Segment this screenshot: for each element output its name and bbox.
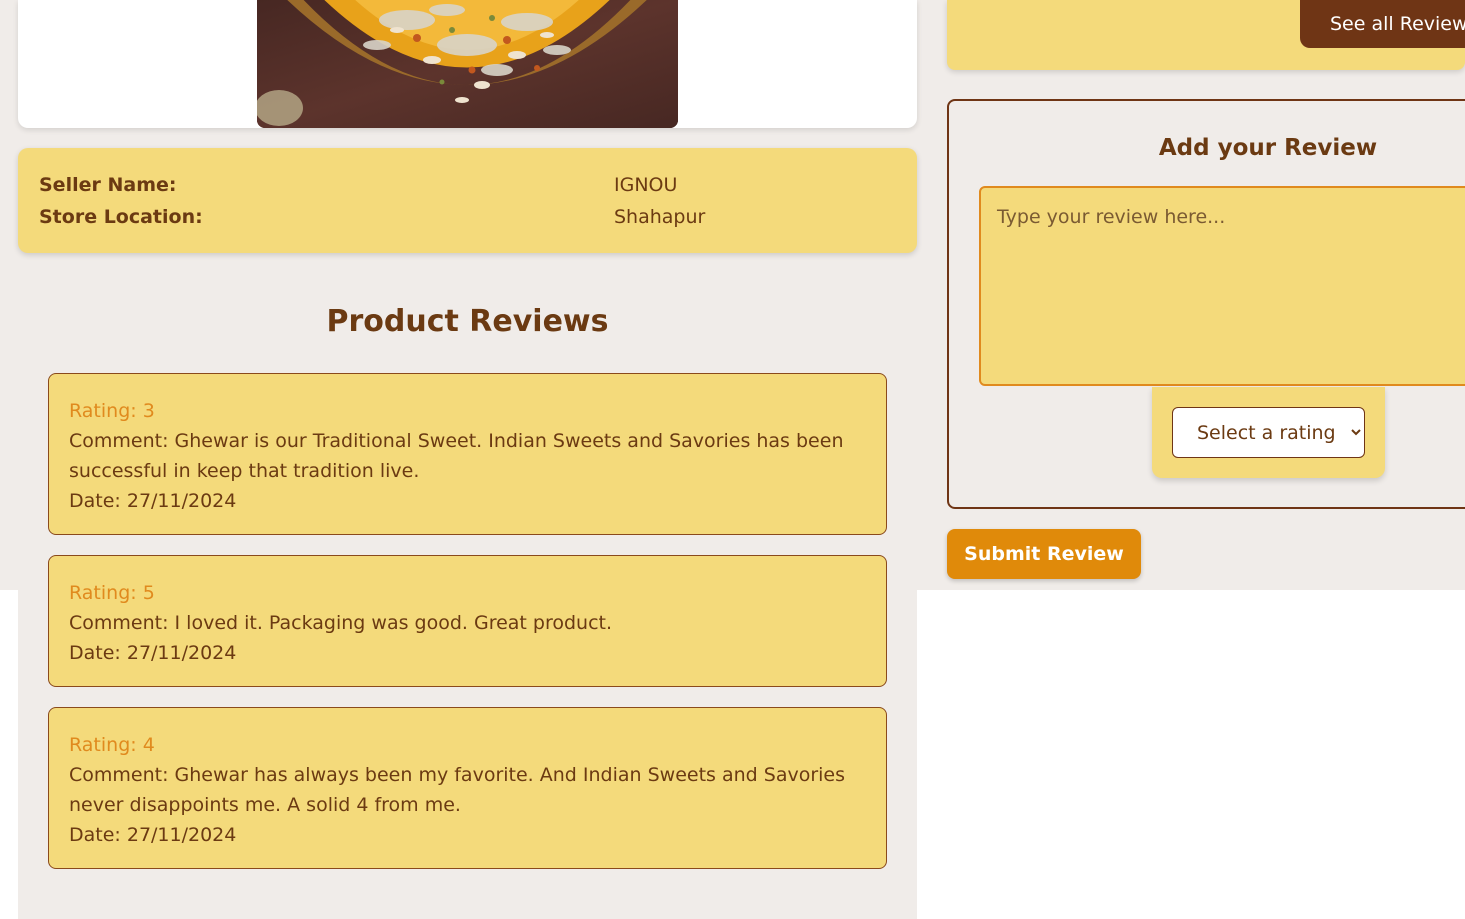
see-all-reviews-card: See all Reviews: [947, 0, 1465, 70]
review-date: Date: 27/11/2024: [69, 490, 237, 512]
store-location-row: Store Location: Shahapur: [39, 203, 705, 231]
seller-name-value: IGNOU: [614, 174, 678, 196]
review-date: Date: 27/11/2024: [69, 824, 237, 846]
review-rating: Rating: 4: [69, 734, 155, 756]
review-rating: Rating: 5: [69, 582, 155, 604]
seller-name-label: Seller Name:: [39, 174, 177, 196]
see-all-reviews-button[interactable]: See all Reviews: [1300, 0, 1465, 48]
product-image: [257, 0, 678, 128]
review-card: Rating: 5 Comment: I loved it. Packaging…: [48, 555, 887, 687]
product-image-card: [18, 0, 917, 128]
ghewar-image: [257, 0, 678, 128]
add-review-title: Add your Review: [1158, 135, 1378, 161]
review-date: Date: 27/11/2024: [69, 642, 237, 664]
seller-info-card: Seller Name: IGNOU Store Location: Shaha…: [18, 148, 917, 253]
review-comment: Comment: Ghewar has always been my favor…: [69, 764, 846, 816]
review-comment: Comment: Ghewar is our Traditional Sweet…: [69, 430, 844, 482]
page: Seller Name: IGNOU Store Location: Shaha…: [0, 0, 1465, 919]
store-location-label: Store Location:: [39, 206, 203, 228]
review-rating: Rating: 3: [69, 400, 155, 422]
review-card: Rating: 3 Comment: Ghewar is our Traditi…: [48, 373, 887, 535]
store-location-value: Shahapur: [614, 206, 706, 228]
review-card: Rating: 4 Comment: Ghewar has always bee…: [48, 707, 887, 869]
product-reviews-title: Product Reviews: [326, 304, 609, 339]
add-review-form: Add your Review Select a rating: [947, 99, 1465, 509]
seller-name-row: Seller Name: IGNOU: [39, 171, 677, 199]
rating-select-wrapper: Select a rating: [1152, 387, 1385, 478]
review-comment: Comment: I loved it. Packaging was good.…: [69, 612, 613, 634]
review-text-input[interactable]: [979, 186, 1465, 386]
rating-select[interactable]: Select a rating: [1172, 407, 1365, 458]
submit-review-button[interactable]: Submit Review: [947, 529, 1141, 579]
